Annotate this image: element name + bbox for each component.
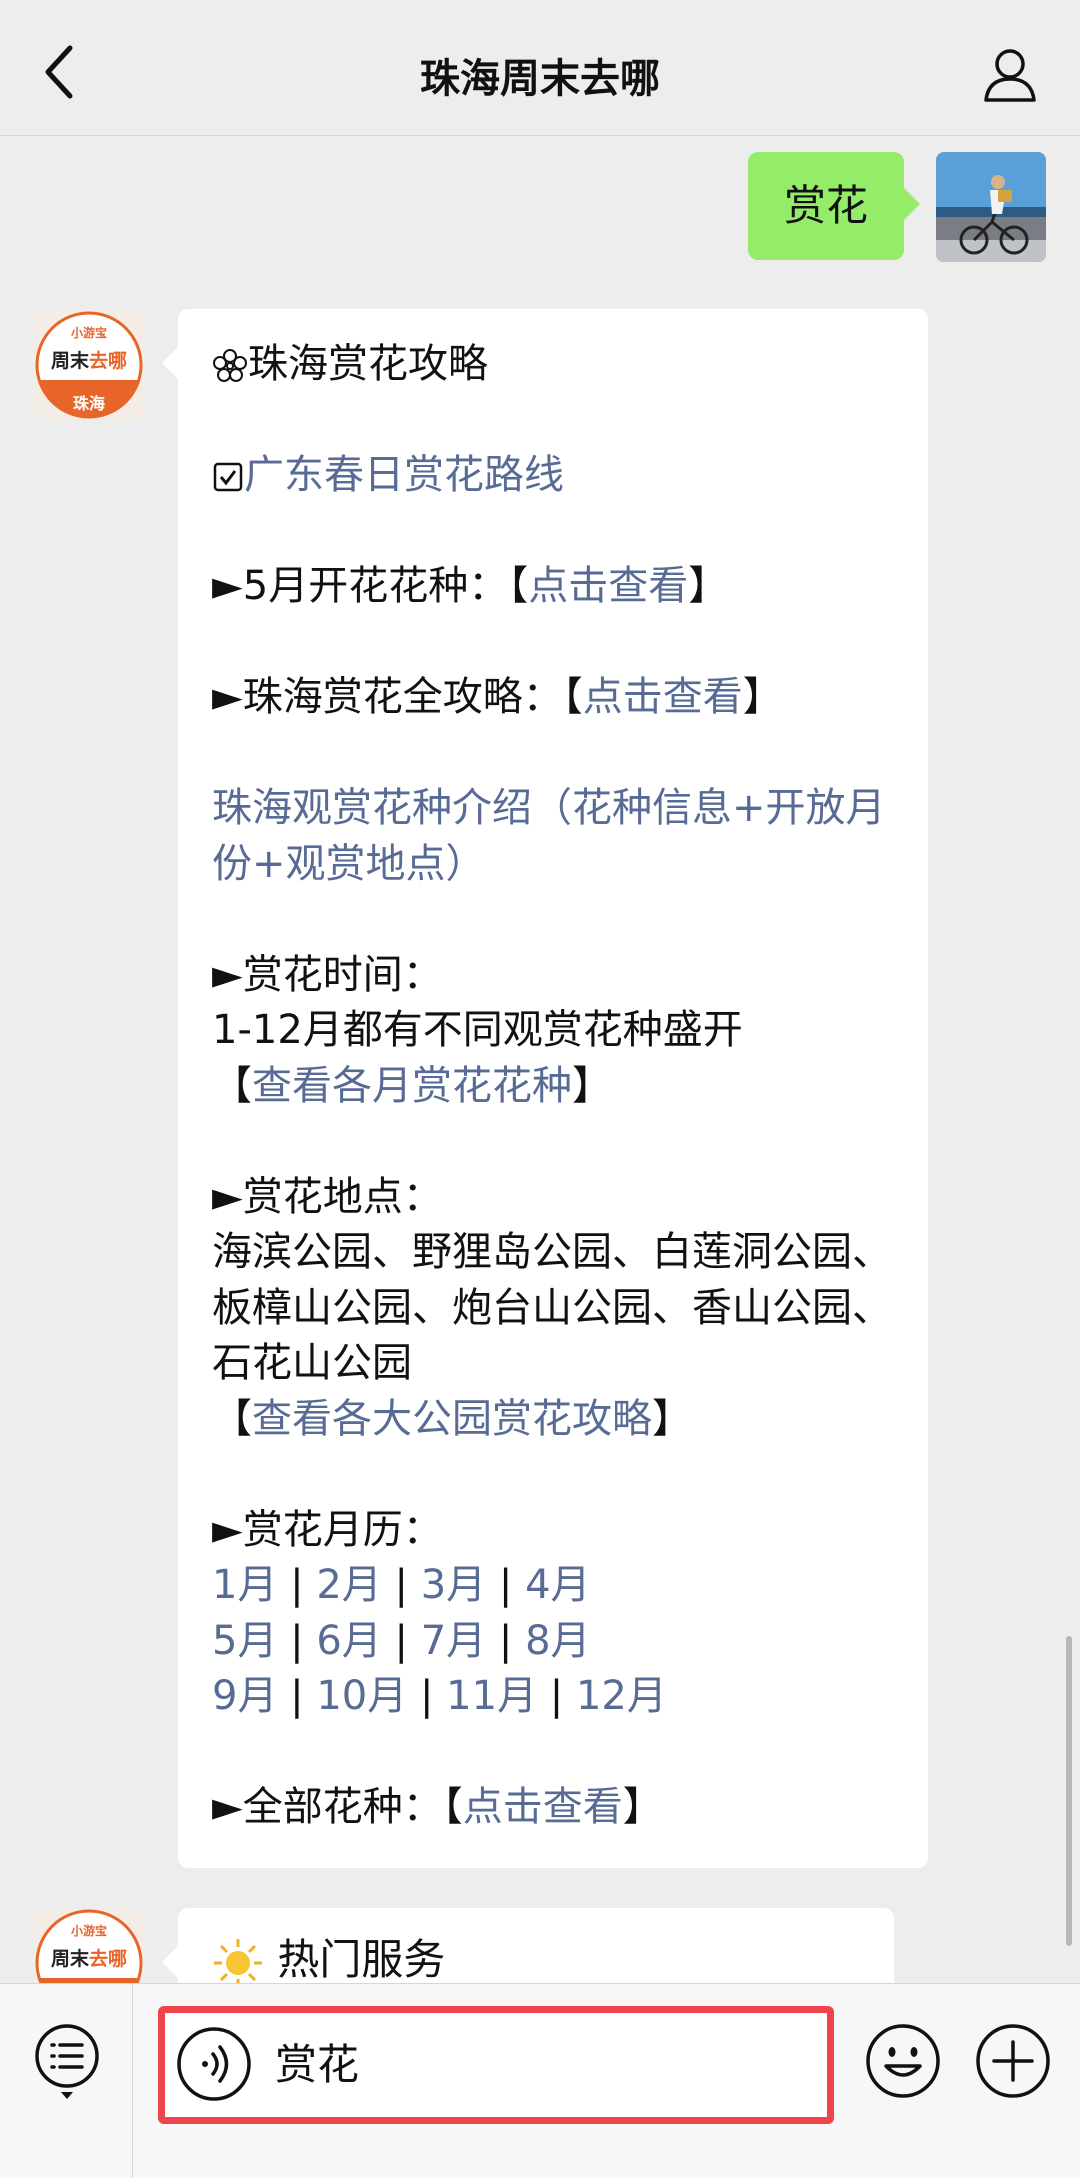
route-line: 广东春日赏花路线 (212, 448, 894, 504)
message-title-line: 珠海赏花攻略 (212, 337, 894, 393)
emoji-icon[interactable] (864, 2022, 942, 2100)
all-flowers-line: ►全部花种：【点击查看】 (212, 1784, 663, 1830)
scrollbar[interactable] (1066, 1636, 1072, 1946)
time-label: ►赏花时间： (212, 951, 443, 998)
monthly-flowers-link[interactable]: 查看各月赏花花种 (252, 1063, 572, 1109)
chat-title: 珠海周末去哪 (420, 56, 660, 102)
sent-message-bubble[interactable]: 赏花 (747, 152, 921, 260)
months-row-3: 9月 | 10月 | 11月 | 12月 (212, 1673, 667, 1719)
hot-services-bubble[interactable]: 热门服务 (162, 1908, 894, 1983)
place-label: ►赏花地点： (212, 1173, 443, 1220)
input-toolbar: 赏花 (0, 1983, 1080, 2178)
time-link-line: 【查看各月赏花花种】 (212, 1062, 612, 1109)
all-flowers-link[interactable]: 点击查看 (463, 1784, 623, 1830)
received-message-bubble: 珠海赏花攻略 广东春日赏花路线 ►5月开花花种：【点击查看】 ►珠海赏花全攻略：… (162, 309, 928, 1868)
calendar-label: ►赏花月历： (212, 1506, 443, 1553)
voice-icon[interactable] (175, 2025, 253, 2103)
place-text: 海滨公园、野狸岛公园、白莲洞公园、板樟山公园、炮台山公园、香山公园、石花山公园 (212, 1229, 892, 1386)
month-link[interactable]: 3月 (421, 1562, 486, 1608)
month-link[interactable]: 4月 (525, 1562, 590, 1608)
chat-message-list[interactable]: 赏花 小游宝 周末去哪 珠海 珠海赏花攻略 广东春日赏花路线 ►5月开花花种：【… (0, 136, 1080, 1983)
user-avatar[interactable] (936, 152, 1046, 262)
month-link[interactable]: 2月 (316, 1562, 381, 1608)
logo-mid-text: 周末去哪 (50, 350, 128, 372)
guide-line: ►珠海赏花全攻略：【点击查看】 (212, 674, 783, 720)
sun-icon (214, 1938, 262, 1983)
time-text: 1-12月都有不同观赏花种盛开 (212, 1007, 743, 1053)
message-title: 珠海赏花攻略 (248, 341, 488, 387)
months-row-2: 5月 | 6月 | 7月 | 8月 (212, 1617, 591, 1664)
bot-avatar[interactable]: 小游宝 周末去哪 (34, 1908, 144, 1983)
toolbar-divider (132, 1984, 133, 2178)
parks-guide-link[interactable]: 查看各大公园赏花攻略 (252, 1396, 652, 1442)
months-row-1: 1月 | 2月 | 3月 | 4月 (212, 1562, 591, 1608)
hot-services-title: 热门服务 (277, 1935, 446, 1983)
logo-bottom-text: 珠海 (72, 394, 105, 413)
month-link[interactable]: 7月 (421, 1618, 486, 1664)
checkbox-icon (213, 462, 243, 492)
bot-avatar[interactable]: 小游宝 周末去哪 珠海 (34, 310, 144, 420)
may-flowers-link[interactable]: 点击查看 (528, 563, 688, 609)
sent-message-text: 赏花 (783, 181, 868, 230)
logo-mid-text: 周末去哪 (50, 1948, 128, 1970)
message-input-highlight[interactable]: 赏花 (158, 2006, 834, 2124)
month-link[interactable]: 12月 (576, 1673, 667, 1719)
month-link[interactable]: 11月 (446, 1673, 537, 1719)
may-flowers-line: ►5月开花花种：【点击查看】 (212, 563, 729, 609)
menu-list-icon[interactable] (32, 2022, 102, 2102)
month-link[interactable]: 1月 (212, 1562, 277, 1608)
chat-header: 珠海周末去哪 (0, 0, 1080, 136)
plus-icon[interactable] (974, 2022, 1052, 2100)
logo-top-text: 小游宝 (70, 326, 107, 340)
month-link[interactable]: 9月 (212, 1673, 277, 1719)
profile-icon[interactable] (980, 44, 1040, 104)
flower-icon (213, 349, 247, 382)
month-link[interactable]: 5月 (212, 1618, 277, 1664)
route-link[interactable]: 广东春日赏花路线 (244, 452, 564, 498)
guide-link[interactable]: 点击查看 (583, 674, 743, 720)
message-input[interactable]: 赏花 (275, 2013, 359, 2117)
month-link[interactable]: 6月 (316, 1618, 381, 1664)
month-link[interactable]: 8月 (525, 1618, 590, 1664)
place-link-line: 【查看各大公园赏花攻略】 (212, 1395, 692, 1442)
logo-top-text: 小游宝 (70, 1924, 107, 1938)
month-link[interactable]: 10月 (316, 1673, 407, 1719)
flower-intro-link[interactable]: 珠海观赏花种介绍（花种信息+开放月份+观赏地点） (212, 781, 894, 892)
